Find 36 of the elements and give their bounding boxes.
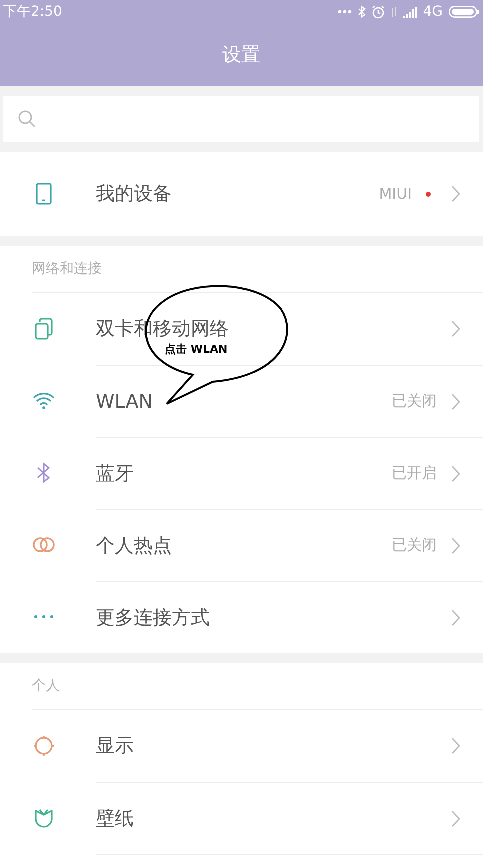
- row-label: WLAN: [96, 390, 154, 412]
- signal-icon: [403, 6, 418, 18]
- alarm-clock-icon: [372, 6, 386, 18]
- network-type: 4G: [423, 4, 443, 20]
- section-header: 网络和连接: [32, 246, 483, 293]
- chevron-icon: [451, 810, 461, 828]
- screen-title: 设置: [222, 43, 260, 68]
- chevron-icon: [451, 464, 461, 482]
- row-label: 个人热点: [96, 534, 172, 558]
- chevron-icon: [451, 320, 461, 338]
- sun-icon: [32, 734, 56, 758]
- row-label: 蓝牙: [96, 462, 134, 486]
- chevron-icon: [451, 536, 461, 554]
- chevron-icon: [451, 185, 461, 203]
- row-label: 更多连接方式: [96, 606, 210, 630]
- row-label: 壁纸: [96, 806, 134, 832]
- sim-cards-icon: [32, 317, 56, 341]
- bluetooth-icon: [358, 6, 366, 18]
- callout-text: 点击 WLAN: [165, 342, 228, 357]
- clock-time: 下午2:50: [3, 3, 62, 21]
- chevron-icon: [451, 392, 461, 410]
- dots-icon: [32, 614, 56, 620]
- row-label: 显示: [96, 734, 134, 759]
- chevron-icon: [451, 608, 461, 626]
- search-field[interactable]: [3, 96, 479, 142]
- data-arrows-icon: [391, 6, 398, 18]
- battery-icon: [449, 6, 479, 18]
- row-value: 已关闭: [392, 536, 437, 555]
- search-icon: [18, 110, 36, 128]
- section-header: 个人: [32, 663, 483, 710]
- more-dots-icon: [338, 10, 352, 14]
- row-label: 我的设备: [96, 182, 172, 207]
- chevron-icon: [451, 737, 461, 755]
- row-value: 已关闭: [392, 392, 437, 411]
- row-value: 已开启: [392, 464, 437, 483]
- row-value: MIUI: [379, 185, 412, 203]
